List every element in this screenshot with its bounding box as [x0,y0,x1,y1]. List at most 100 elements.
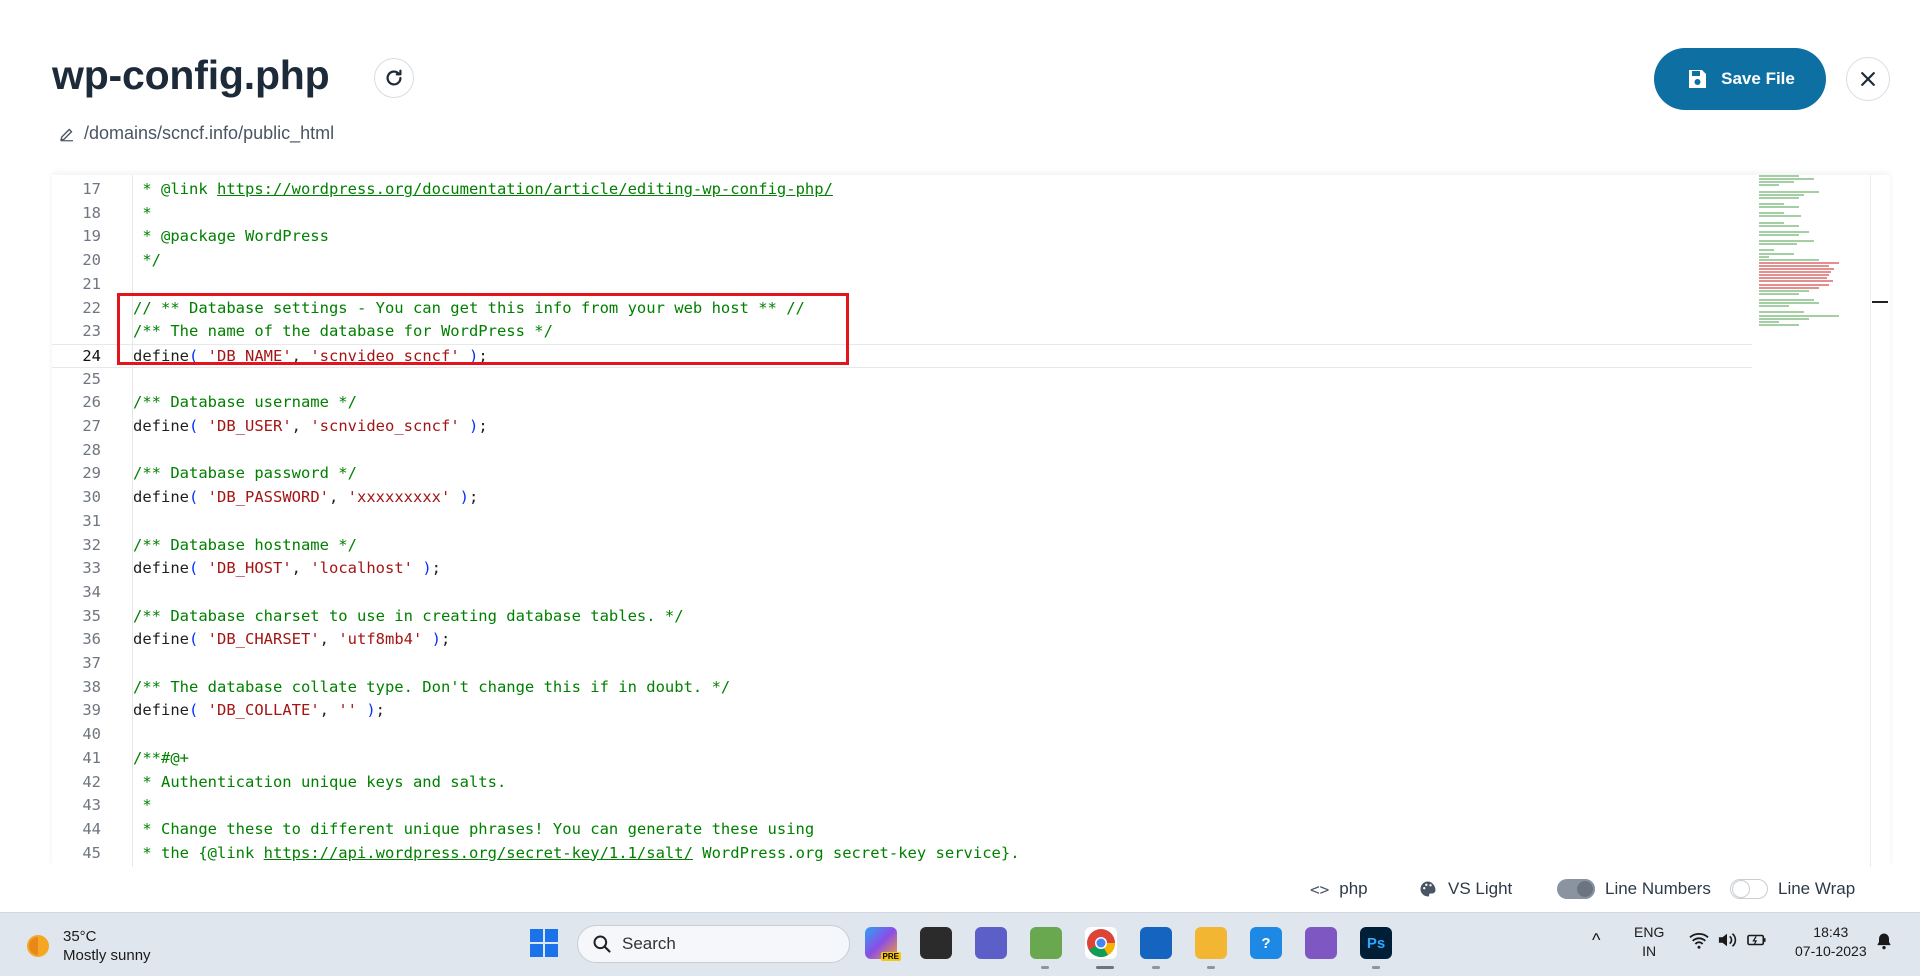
windows-logo-icon [530,929,558,957]
line-code: * the {@link https://api.wordpress.org/s… [133,843,1020,862]
code-line[interactable]: 37 [52,652,1752,676]
help-icon[interactable]: ? [1250,927,1282,959]
copilot-icon[interactable]: PRE [865,927,901,961]
line-wrap-toggle[interactable]: Line Wrap [1730,879,1855,899]
code-editor[interactable]: 17 * @link https://wordpress.org/documen… [52,175,1890,867]
line-number: 27 [82,417,101,435]
line-code: define( 'DB_COLLATE', '' ); [133,701,386,720]
minimap-line [1759,221,1784,224]
line-number: 38 [82,677,101,696]
code-line[interactable]: 19 * @package WordPress [52,225,1752,249]
code-line[interactable]: 34 [52,581,1752,605]
refresh-button[interactable] [374,58,414,98]
line-numbers-label: Line Numbers [1605,879,1711,898]
minimap-line [1759,196,1799,199]
minimap-line [1759,230,1809,233]
line-number: 22 [82,298,101,317]
line-numbers-toggle[interactable]: Line Numbers [1557,879,1711,899]
minimap-line [1759,271,1831,274]
highlight-annotation-box [117,293,849,365]
save-file-button[interactable]: Save File [1654,48,1826,110]
file-explorer-dark-icon[interactable] [920,927,952,959]
minimap-line [1759,233,1799,236]
line-code: * [133,796,152,815]
line-number: 33 [82,559,101,578]
minimap[interactable] [1757,175,1857,375]
notification-bell-icon[interactable] [1874,931,1894,956]
line-number: 42 [82,772,101,791]
language-selector[interactable]: <> php [1310,879,1368,899]
line-code: /** Database password */ [133,464,357,483]
code-line[interactable]: 26 /** Database username */ [52,391,1752,415]
line-number: 19 [82,227,101,246]
microsoft-store-icon[interactable] [1140,927,1172,959]
floppy-disk-icon [1689,70,1707,88]
minimap-line [1759,184,1779,187]
photoshop-icon[interactable]: Ps [1360,927,1392,959]
clock[interactable]: 18:43 07-10-2023 [1795,923,1867,961]
minimap-line [1759,175,1799,177]
line-wrap-switch[interactable] [1730,879,1768,899]
code-line[interactable]: 20 */ [52,249,1752,273]
theme-label: VS Light [1448,879,1513,898]
file-path[interactable]: /domains/scncf.info/public_html [58,123,334,144]
line-code: /** Database username */ [133,393,357,412]
code-line[interactable]: 29 /** Database password */ [52,462,1752,486]
code-line[interactable]: 18 * [52,202,1752,226]
code-line[interactable]: 33 define( 'DB_HOST', 'localhost' ); [52,557,1752,581]
theme-selector[interactable]: VS Light [1418,879,1512,899]
code-line[interactable]: 40 [52,723,1752,747]
code-line[interactable]: 41 /**#@+ [52,747,1752,771]
code-line[interactable]: 28 [52,439,1752,463]
code-line[interactable]: 27 define( 'DB_USER', 'scnvideo_scncf' ); [52,415,1752,439]
line-number: 25 [82,369,101,388]
folder-icon[interactable] [1195,927,1227,959]
code-line[interactable]: 44 * Change these to different unique ph… [52,818,1752,842]
sun-icon [27,935,49,957]
line-code: define( 'DB_PASSWORD', 'xxxxxxxxx' ); [133,488,479,507]
teams-chat-icon[interactable] [975,927,1007,959]
app-diamond-icon[interactable] [1305,927,1337,959]
clock-time: 18:43 [1813,924,1849,940]
editor-header: wp-config.php /domains/scncf.info/public… [0,0,1920,175]
minimap-line [1759,317,1809,320]
battery-icon[interactable] [1746,931,1768,954]
code-line[interactable]: 43 * [52,794,1752,818]
app-picture-icon[interactable] [1030,927,1062,959]
tray-chevron-up-icon[interactable]: ^ [1592,931,1600,950]
code-line[interactable]: 38 /** The database collate type. Don't c… [52,676,1752,700]
code-line[interactable]: 35 /** Database charset to use in creatin… [52,605,1752,629]
minimap-line [1759,305,1789,308]
scroll-position-marker [1872,301,1888,303]
taskbar-search[interactable]: Search [577,925,850,963]
minimap-line [1759,252,1794,255]
line-code: * Authentication unique keys and salts. [133,772,507,791]
language-indicator[interactable]: ENG IN [1634,923,1664,961]
line-number: 32 [82,535,101,554]
code-line[interactable]: 31 [52,510,1752,534]
weather-temp: 35°C [63,928,97,945]
weather-widget[interactable]: 35°C Mostly sunny [25,927,151,965]
code-line[interactable]: 42 * Authentication unique keys and salt… [52,771,1752,795]
line-number: 21 [82,274,101,293]
line-code: /**#@+ [133,748,189,767]
code-line[interactable]: 36 define( 'DB_CHARSET', 'utf8mb4' ); [52,628,1752,652]
minimap-line [1759,268,1834,270]
vertical-scrollbar[interactable] [1870,175,1890,867]
code-line[interactable]: 32 /** Database hostname */ [52,534,1752,558]
wifi-icon[interactable] [1688,931,1710,954]
volume-icon[interactable] [1716,931,1738,954]
code-line[interactable]: 25 [52,368,1752,392]
line-numbers-switch[interactable] [1557,879,1595,899]
code-line[interactable]: 39 define( 'DB_COLLATE', '' ); [52,699,1752,723]
code-line[interactable]: 45 * the {@link https://api.wordpress.or… [52,842,1752,866]
windows-taskbar: 35°C Mostly sunny Search PRE ? Ps ^ ENG … [0,912,1920,976]
line-number: 34 [82,582,101,601]
code-line[interactable]: 30 define( 'DB_PASSWORD', 'xxxxxxxxx' ); [52,486,1752,510]
close-button[interactable] [1846,57,1890,101]
code-line[interactable]: 17 * @link https://wordpress.org/documen… [52,178,1752,202]
minimap-line [1759,202,1784,205]
line-number: 24 [82,346,101,365]
start-button[interactable] [528,927,560,959]
chrome-icon[interactable] [1085,927,1117,959]
